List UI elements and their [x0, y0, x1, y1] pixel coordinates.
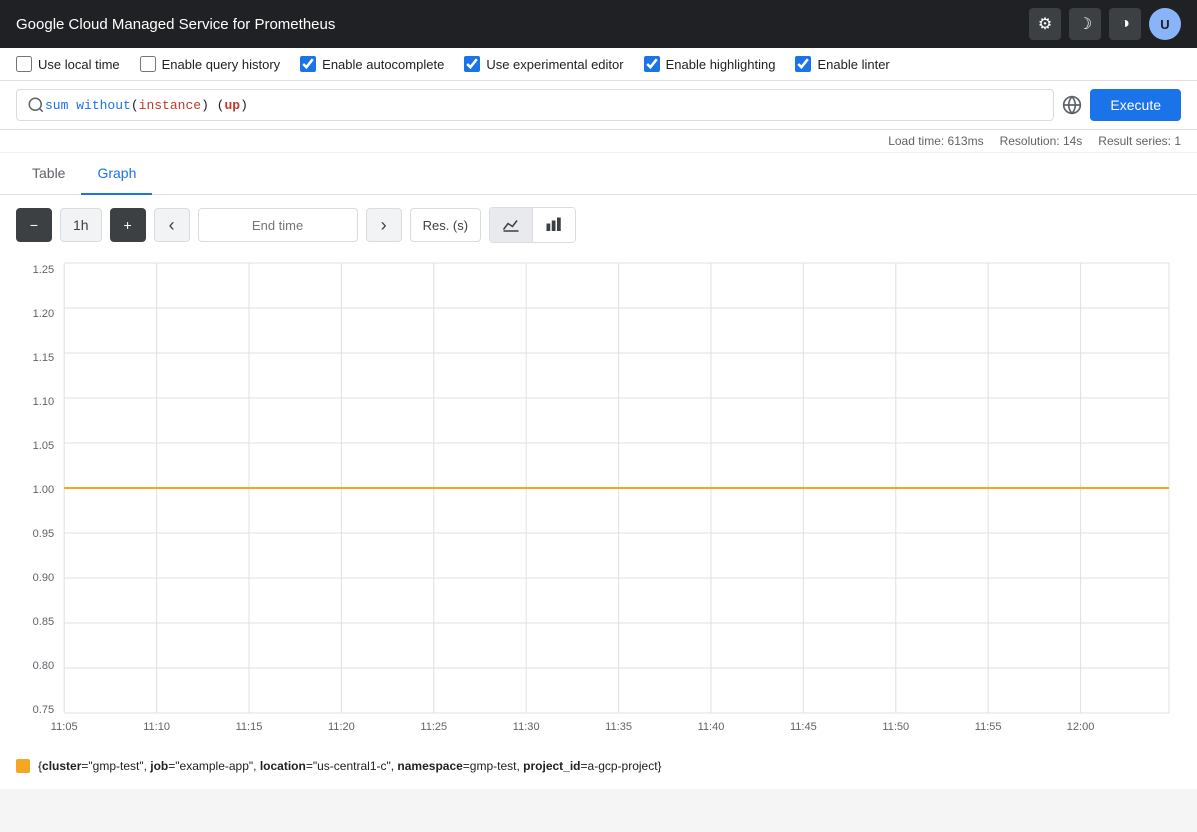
- svg-text:0.80: 0.80: [33, 660, 54, 672]
- bar-chart-icon: [545, 216, 563, 234]
- use-experimental-editor-label[interactable]: Use experimental editor: [464, 56, 623, 72]
- svg-text:0.90: 0.90: [33, 572, 54, 584]
- legend-color-box: [16, 759, 30, 773]
- use-local-time-text: Use local time: [38, 57, 120, 72]
- load-time: Load time: 613ms: [888, 134, 983, 148]
- query-input-wrapper: sum without(instance) (up): [16, 89, 1054, 121]
- svg-text:1.20: 1.20: [33, 308, 54, 320]
- globe-icon: [1062, 95, 1082, 115]
- duration-label[interactable]: 1h: [60, 208, 102, 242]
- svg-text:11:30: 11:30: [513, 721, 540, 733]
- svg-text:1.05: 1.05: [33, 440, 54, 452]
- enable-query-history-text: Enable query history: [162, 57, 281, 72]
- enable-highlighting-checkbox[interactable]: [644, 56, 660, 72]
- enable-linter-text: Enable linter: [817, 57, 889, 72]
- svg-text:1.25: 1.25: [33, 264, 54, 276]
- main-content: Load time: 613ms Resolution: 14s Result …: [0, 130, 1197, 789]
- increase-duration-button[interactable]: +: [110, 208, 146, 242]
- tab-bar: Table Graph: [0, 153, 1197, 195]
- options-toolbar: Use local time Enable query history Enab…: [0, 48, 1197, 81]
- globe-icon-button[interactable]: [1062, 95, 1082, 115]
- legend-label: {cluster="gmp-test", job="example-app", …: [38, 759, 662, 773]
- app-header: Google Cloud Managed Service for Prometh…: [0, 0, 1197, 48]
- svg-text:11:15: 11:15: [236, 721, 263, 733]
- use-local-time-checkbox[interactable]: [16, 56, 32, 72]
- use-experimental-editor-checkbox[interactable]: [464, 56, 480, 72]
- execute-button[interactable]: Execute: [1090, 89, 1181, 121]
- result-series: Result series: 1: [1098, 134, 1181, 148]
- tab-table[interactable]: Table: [16, 153, 81, 195]
- svg-text:11:45: 11:45: [790, 721, 817, 733]
- svg-text:11:25: 11:25: [420, 721, 447, 733]
- contrast-icon-button[interactable]: ◑: [1109, 8, 1141, 40]
- app-title: Google Cloud Managed Service for Prometh…: [16, 16, 335, 33]
- search-icon: [27, 96, 45, 114]
- graph-controls: − 1h + ‹ › Res. (s): [0, 195, 1197, 255]
- previous-time-button[interactable]: ‹: [154, 208, 190, 242]
- enable-autocomplete-checkbox[interactable]: [300, 56, 316, 72]
- svg-text:1.10: 1.10: [33, 396, 54, 408]
- decrease-duration-button[interactable]: −: [16, 208, 52, 242]
- svg-text:11:35: 11:35: [605, 721, 632, 733]
- chart-svg: 1.25 1.20 1.15 1.10 1.05 1.00 0.95 0.90 …: [16, 255, 1181, 735]
- svg-text:11:10: 11:10: [143, 721, 170, 733]
- resolution-button[interactable]: Res. (s): [410, 208, 482, 242]
- tab-graph[interactable]: Graph: [81, 153, 152, 195]
- enable-linter-label[interactable]: Enable linter: [795, 56, 889, 72]
- use-local-time-label[interactable]: Use local time: [16, 56, 120, 72]
- graph-area: 1.25 1.20 1.15 1.10 1.05 1.00 0.95 0.90 …: [0, 255, 1197, 751]
- svg-text:1.00: 1.00: [33, 484, 54, 496]
- meta-bar: Load time: 613ms Resolution: 14s Result …: [0, 130, 1197, 153]
- avatar[interactable]: U: [1149, 8, 1181, 40]
- chart-container: 1.25 1.20 1.15 1.10 1.05 1.00 0.95 0.90 …: [16, 255, 1181, 735]
- svg-text:12:00: 12:00: [1067, 721, 1095, 733]
- svg-text:0.95: 0.95: [33, 528, 54, 540]
- end-time-input[interactable]: [198, 208, 358, 242]
- header-actions: ⚙ ☽ ◑ U: [1029, 8, 1181, 40]
- chart-legend: {cluster="gmp-test", job="example-app", …: [0, 751, 1197, 789]
- svg-text:1.15: 1.15: [33, 352, 54, 364]
- svg-text:0.75: 0.75: [33, 704, 54, 716]
- enable-highlighting-label[interactable]: Enable highlighting: [644, 56, 776, 72]
- svg-text:11:40: 11:40: [698, 721, 725, 733]
- enable-linter-checkbox[interactable]: [795, 56, 811, 72]
- line-chart-button[interactable]: [490, 208, 533, 242]
- query-text-display[interactable]: sum without(instance) (up): [45, 98, 1043, 113]
- next-time-button[interactable]: ›: [366, 208, 402, 242]
- svg-text:11:50: 11:50: [882, 721, 909, 733]
- theme-toggle-button[interactable]: ☽: [1069, 8, 1101, 40]
- line-chart-icon: [502, 216, 520, 234]
- query-bar: sum without(instance) (up) Execute: [0, 81, 1197, 130]
- svg-text:11:55: 11:55: [975, 721, 1002, 733]
- chart-type-group: [489, 207, 576, 243]
- svg-text:11:05: 11:05: [51, 721, 78, 733]
- enable-autocomplete-text: Enable autocomplete: [322, 57, 444, 72]
- settings-icon-button[interactable]: ⚙: [1029, 8, 1061, 40]
- enable-query-history-label[interactable]: Enable query history: [140, 56, 281, 72]
- resolution: Resolution: 14s: [1000, 134, 1083, 148]
- search-icon-button[interactable]: [27, 96, 45, 114]
- enable-query-history-checkbox[interactable]: [140, 56, 156, 72]
- enable-autocomplete-label[interactable]: Enable autocomplete: [300, 56, 444, 72]
- svg-text:0.85: 0.85: [33, 616, 54, 628]
- enable-highlighting-text: Enable highlighting: [666, 57, 776, 72]
- svg-text:11:20: 11:20: [328, 721, 355, 733]
- use-experimental-editor-text: Use experimental editor: [486, 57, 623, 72]
- bar-chart-button[interactable]: [533, 208, 575, 242]
